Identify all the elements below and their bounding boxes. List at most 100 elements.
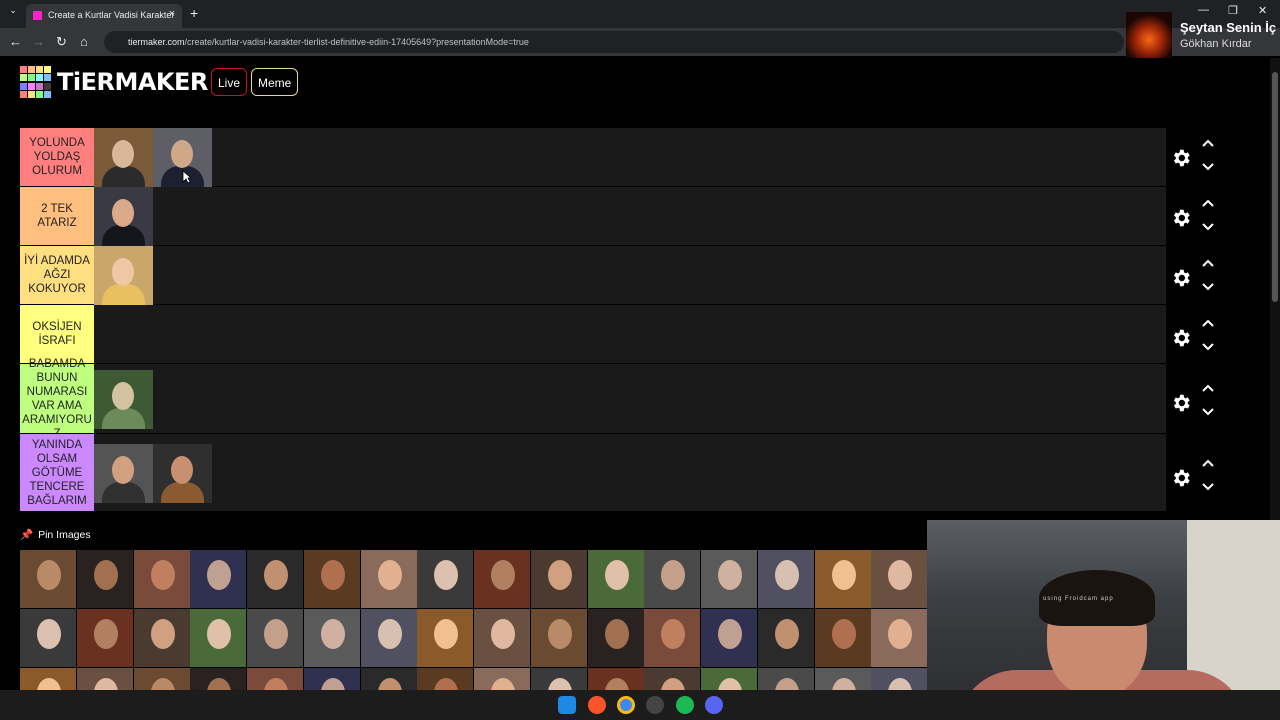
gear-icon[interactable] bbox=[1170, 392, 1192, 414]
tier-items[interactable] bbox=[94, 187, 153, 246]
pool-character-image[interactable] bbox=[814, 609, 871, 667]
pool-character-image[interactable] bbox=[247, 550, 304, 608]
pool-character-image[interactable] bbox=[133, 550, 190, 608]
tier-label[interactable]: 2 TEK ATARIZ bbox=[20, 187, 94, 245]
pool-character-image[interactable] bbox=[587, 609, 644, 667]
pool-character-image[interactable] bbox=[303, 550, 360, 608]
pool-character-image[interactable] bbox=[190, 668, 247, 690]
pool-character-image[interactable] bbox=[644, 609, 701, 667]
move-down-icon[interactable] bbox=[1201, 160, 1215, 175]
pool-character-image[interactable] bbox=[530, 609, 587, 667]
address-bar[interactable]: tiermaker.com/create/kurtlar-vadisi-kara… bbox=[104, 31, 1124, 53]
pool-character-image[interactable] bbox=[417, 550, 474, 608]
live-button[interactable]: Live bbox=[211, 68, 248, 96]
pool-character-image[interactable] bbox=[701, 609, 758, 667]
pool-character-image[interactable] bbox=[417, 668, 474, 690]
reload-button[interactable]: ↻ bbox=[56, 34, 67, 50]
pin-images-toggle[interactable]: 📌 Pin Images bbox=[20, 528, 91, 541]
pool-character-image[interactable] bbox=[360, 609, 417, 667]
scrollbar-thumb[interactable] bbox=[1272, 72, 1278, 302]
tier-label[interactable]: YOLUNDA YOLDAŞ OLURUM bbox=[20, 128, 94, 186]
pool-character-image[interactable] bbox=[757, 609, 814, 667]
character-thumbnail[interactable] bbox=[94, 246, 153, 305]
pool-character-image[interactable] bbox=[871, 609, 928, 667]
pool-character-image[interactable] bbox=[474, 550, 531, 608]
pool-character-image[interactable] bbox=[133, 609, 190, 667]
gear-icon[interactable] bbox=[1170, 207, 1192, 229]
pool-character-image[interactable] bbox=[20, 668, 77, 690]
brave-browser-icon[interactable] bbox=[588, 696, 606, 714]
gear-icon[interactable] bbox=[1170, 467, 1192, 489]
back-button[interactable]: ← bbox=[9, 34, 22, 49]
pool-character-image[interactable] bbox=[190, 609, 247, 667]
meme-button[interactable]: Meme bbox=[251, 68, 299, 96]
move-up-icon[interactable] bbox=[1201, 136, 1215, 151]
move-down-icon[interactable] bbox=[1201, 280, 1215, 295]
browser-tab-active[interactable]: Create a Kurtlar Vadisi Karakter × bbox=[26, 4, 182, 28]
pool-character-image[interactable] bbox=[247, 609, 304, 667]
pool-character-image[interactable] bbox=[814, 550, 871, 608]
tier-items[interactable] bbox=[94, 128, 212, 187]
discord-icon[interactable] bbox=[705, 696, 723, 714]
tier-label[interactable]: BABAMDA BUNUN NUMARASI VAR AMA ARAMIYORU… bbox=[20, 358, 94, 440]
pool-character-image[interactable] bbox=[303, 668, 360, 690]
pool-character-image[interactable] bbox=[701, 668, 758, 690]
move-down-icon[interactable] bbox=[1201, 340, 1215, 355]
pool-character-image[interactable] bbox=[530, 668, 587, 690]
pool-character-image[interactable] bbox=[190, 550, 247, 608]
pool-character-image[interactable] bbox=[20, 609, 77, 667]
tab-search-button[interactable]: ⌄ bbox=[6, 5, 20, 19]
move-up-icon[interactable] bbox=[1201, 381, 1215, 396]
pool-character-image[interactable] bbox=[644, 550, 701, 608]
home-button[interactable]: ⌂ bbox=[80, 34, 88, 49]
character-thumbnail[interactable] bbox=[94, 128, 153, 187]
tier-label[interactable]: OKSİJEN İSRAFI bbox=[20, 305, 94, 363]
pool-character-image[interactable] bbox=[757, 668, 814, 690]
pool-character-image[interactable] bbox=[76, 609, 133, 667]
gear-icon[interactable] bbox=[1170, 147, 1192, 169]
tier-label[interactable]: İYİ ADAMDA AĞZI KOKUYOR bbox=[20, 246, 94, 304]
pool-character-image[interactable] bbox=[474, 668, 531, 690]
pool-character-image[interactable] bbox=[133, 668, 190, 690]
pool-character-image[interactable] bbox=[644, 668, 701, 690]
move-up-icon[interactable] bbox=[1201, 196, 1215, 211]
pool-character-image[interactable] bbox=[701, 550, 758, 608]
move-up-icon[interactable] bbox=[1201, 456, 1215, 471]
pool-character-image[interactable] bbox=[587, 668, 644, 690]
pool-character-image[interactable] bbox=[417, 609, 474, 667]
tab-close-icon[interactable]: × bbox=[169, 8, 175, 20]
character-thumbnail[interactable] bbox=[153, 443, 212, 503]
obs-icon[interactable] bbox=[646, 696, 664, 714]
new-tab-button[interactable]: + bbox=[190, 5, 198, 21]
pool-character-image[interactable] bbox=[76, 668, 133, 690]
move-down-icon[interactable] bbox=[1201, 220, 1215, 235]
move-up-icon[interactable] bbox=[1201, 256, 1215, 271]
tier-items[interactable] bbox=[94, 364, 153, 433]
pool-character-image[interactable] bbox=[587, 550, 644, 608]
gear-icon[interactable] bbox=[1170, 327, 1192, 349]
move-down-icon[interactable] bbox=[1201, 480, 1215, 495]
pool-character-image[interactable] bbox=[20, 550, 77, 608]
pool-character-image[interactable] bbox=[76, 550, 133, 608]
tier-label[interactable]: YANINDA OLSAM GÖTÜME TENCERE BAĞLARIM bbox=[20, 434, 94, 511]
tier-items[interactable] bbox=[94, 434, 212, 511]
tiermaker-logo[interactable]: TiERMAKER bbox=[20, 66, 208, 98]
pool-character-image[interactable] bbox=[247, 668, 304, 690]
chrome-icon[interactable] bbox=[617, 696, 635, 714]
character-thumbnail[interactable] bbox=[94, 187, 153, 246]
pool-character-image[interactable] bbox=[360, 668, 417, 690]
windows-start-icon[interactable] bbox=[558, 696, 576, 714]
forward-button[interactable]: → bbox=[32, 34, 45, 49]
tier-items[interactable] bbox=[94, 246, 153, 305]
character-thumbnail[interactable] bbox=[94, 369, 153, 429]
spotify-icon[interactable] bbox=[676, 696, 694, 714]
pool-character-image[interactable] bbox=[757, 550, 814, 608]
pool-character-image[interactable] bbox=[530, 550, 587, 608]
pool-character-image[interactable] bbox=[814, 668, 871, 690]
pool-character-image[interactable] bbox=[360, 550, 417, 608]
pool-character-image[interactable] bbox=[871, 550, 928, 608]
pool-character-image[interactable] bbox=[871, 668, 928, 690]
pool-character-image[interactable] bbox=[474, 609, 531, 667]
pool-character-image[interactable] bbox=[303, 609, 360, 667]
gear-icon[interactable] bbox=[1170, 267, 1192, 289]
